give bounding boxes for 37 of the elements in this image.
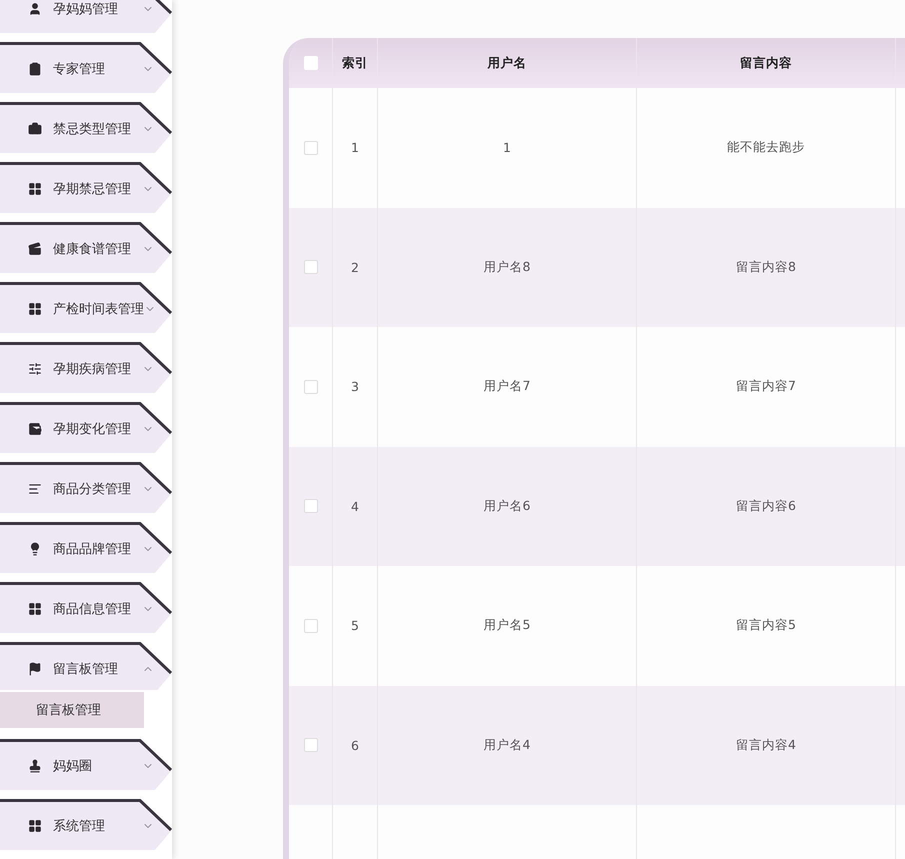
menu-label: 专家管理 (53, 61, 106, 78)
row-checkbox[interactable] (304, 260, 318, 274)
lightbulb-icon (28, 542, 42, 556)
menu-item[interactable]: 留言板管理 (0, 642, 172, 690)
menu-label: 商品品牌管理 (53, 541, 132, 558)
grid-icon (28, 182, 42, 196)
menu-label: 孕期变化管理 (53, 421, 132, 438)
submenu-item[interactable]: 留言板管理 (0, 692, 144, 728)
menu-label: 商品信息管理 (53, 601, 132, 618)
clipboard-icon (28, 62, 42, 76)
menu-label: 妈妈圈 (53, 758, 93, 775)
stamp-icon (28, 759, 42, 773)
grid-icon (28, 302, 42, 316)
grid-icon (28, 602, 42, 616)
sliders-icon (28, 362, 42, 376)
menu-label: 孕妈妈管理 (53, 1, 119, 18)
menu-label: 产检时间表管理 (53, 301, 144, 318)
menu-label: 孕期禁忌管理 (53, 181, 132, 198)
menu-label: 留言板管理 (53, 661, 119, 678)
row-checkbox[interactable] (304, 618, 318, 633)
menu-label: 健康食谱管理 (53, 241, 132, 258)
select-all-checkbox[interactable] (304, 56, 318, 70)
briefcase-icon (28, 122, 42, 136)
menu-label: 商品分类管理 (53, 481, 132, 498)
row-checkbox[interactable] (304, 140, 318, 155)
row-checkbox[interactable] (304, 380, 318, 394)
menu-label: 孕期疾病管理 (53, 361, 132, 378)
menu-label: 禁忌类型管理 (53, 121, 132, 138)
wallet-icon (28, 422, 42, 436)
row-checkbox[interactable] (304, 738, 318, 752)
grid-icon (28, 819, 42, 833)
clapperboard-icon (28, 242, 42, 256)
row-checkbox[interactable] (304, 499, 318, 514)
user-icon (28, 2, 42, 16)
menu-label: 系统管理 (53, 818, 106, 835)
flag-icon (28, 662, 42, 676)
list-icon (28, 482, 42, 496)
